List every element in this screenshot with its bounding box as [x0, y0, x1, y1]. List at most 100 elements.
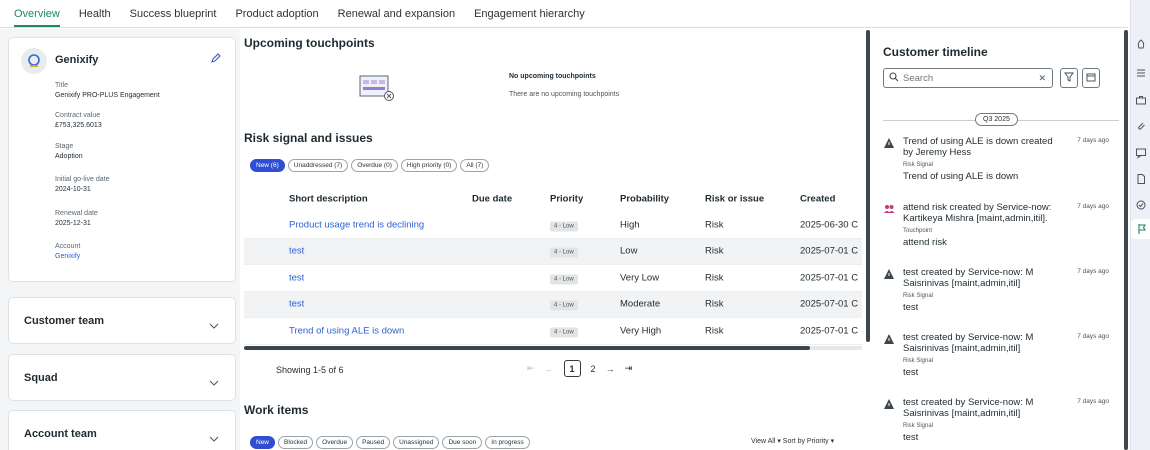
table-row[interactable]: Trend of using ALE is down 4 - Low Very …	[244, 318, 862, 345]
filter-chip-overdue[interactable]: Overdue (0)	[351, 159, 398, 172]
top-tab-bar: Overview Health Success blueprint Produc…	[0, 0, 1128, 28]
risk-link[interactable]: test	[289, 299, 304, 310]
risk-link[interactable]: Trend of using ALE is down	[289, 325, 404, 336]
next-page-icon[interactable]: →	[606, 364, 615, 374]
field-renewal-date: Renewal date 2025-12-31	[55, 210, 98, 227]
empty-touchpoints-title: No upcoming touchpoints	[509, 73, 596, 80]
tab-success-blueprint[interactable]: Success blueprint	[130, 8, 217, 27]
filter-chip-unassigned[interactable]: Unassigned	[393, 436, 440, 449]
warning-icon	[883, 397, 895, 409]
timeline-title: Customer timeline	[883, 45, 988, 59]
calendar-button[interactable]	[1082, 68, 1100, 88]
tab-product-adoption[interactable]: Product adoption	[235, 8, 318, 27]
customer-team-panel[interactable]: Customer team	[8, 297, 236, 344]
risk-signals-heading: Risk signal and issues	[244, 131, 373, 145]
tab-overview[interactable]: Overview	[14, 8, 60, 27]
risk-table: Short description Due date Priority Prob…	[244, 186, 862, 345]
field-title: Title Genixify PRO-PLUS Engagement	[55, 82, 160, 99]
empty-touchpoints-text: There are no upcoming touchpoints	[509, 91, 620, 98]
work-items-heading: Work items	[244, 403, 309, 417]
funnel-icon	[1064, 69, 1074, 87]
squad-panel[interactable]: Squad	[8, 354, 236, 401]
filter-chip-new[interactable]: New (6)	[250, 159, 285, 172]
col-probability[interactable]: Probability	[620, 194, 669, 205]
filter-chip-unaddressed[interactable]: Unaddressed (7)	[287, 159, 349, 172]
col-priority[interactable]: Priority	[550, 194, 583, 205]
priority-badge: 4 - Low	[550, 221, 578, 232]
customer-timeline: Customer timeline ✕ Q3 2025 Trend of usi…	[872, 30, 1126, 450]
first-page-icon[interactable]: ⇤	[527, 363, 535, 374]
priority-badge: 4 - Low	[550, 247, 578, 258]
warning-icon	[883, 136, 895, 148]
timeline-vertical-scrollbar[interactable]	[1124, 30, 1128, 450]
page-button[interactable]: 2	[591, 364, 596, 374]
work-filter-chips: New Blocked Overdue Paused Unassigned Du…	[250, 436, 530, 449]
account-link[interactable]: Genixify	[55, 252, 80, 262]
col-created[interactable]: Created	[800, 194, 835, 205]
briefcase-icon[interactable]	[1135, 93, 1147, 105]
pagination-summary: Showing 1-5 of 6	[276, 365, 344, 375]
priority-badge: 4 - Low	[550, 274, 578, 285]
tab-renewal-expansion[interactable]: Renewal and expansion	[338, 8, 455, 27]
table-row[interactable]: test 4 - Low Very Low Risk 2025-07-01 C	[244, 265, 862, 292]
right-icon-rail	[1130, 0, 1150, 450]
priority-badge: 4 - Low	[550, 327, 578, 338]
col-risk-or-issue[interactable]: Risk or issue	[705, 194, 764, 205]
table-row[interactable]: Product usage trend is declining 4 - Low…	[244, 212, 862, 239]
risk-link[interactable]: test	[289, 272, 304, 283]
chevron-down-icon	[209, 429, 219, 447]
warning-icon	[883, 332, 895, 344]
risk-link[interactable]: test	[289, 246, 304, 257]
page-button-current[interactable]: 1	[563, 360, 581, 377]
search-icon	[889, 69, 899, 87]
tab-health[interactable]: Health	[79, 8, 111, 27]
account-team-panel[interactable]: Account team	[8, 410, 236, 450]
risk-link[interactable]: Product usage trend is declining	[289, 219, 424, 230]
account-name: Genixify	[55, 54, 99, 66]
search-input[interactable]	[903, 72, 1033, 84]
filter-chip-all[interactable]: All (7)	[460, 159, 490, 172]
middle-vertical-scrollbar[interactable]	[866, 30, 870, 450]
filter-funnel-button[interactable]	[1060, 68, 1078, 88]
document-icon[interactable]	[1135, 172, 1147, 184]
calendar-empty-illustration-icon	[359, 74, 395, 102]
chat-icon[interactable]	[1135, 146, 1147, 159]
col-due-date[interactable]: Due date	[472, 194, 512, 205]
account-card: Genixify Title Genixify PRO-PLUS Engageme…	[8, 37, 236, 282]
clear-icon[interactable]: ✕	[1038, 73, 1046, 84]
edit-pencil-icon[interactable]	[211, 50, 221, 68]
filter-chip-in-progress[interactable]: In progress	[485, 436, 530, 449]
priority-badge: 4 - Low	[550, 300, 578, 311]
filter-chip-paused[interactable]: Paused	[356, 436, 391, 449]
flag-icon[interactable]	[1131, 219, 1150, 239]
people-icon	[883, 202, 895, 214]
field-account: Account Genixify	[55, 243, 81, 262]
tab-engagement-hierarchy[interactable]: Engagement hierarchy	[474, 8, 585, 27]
chevron-down-icon	[209, 373, 219, 391]
view-all-sort-link[interactable]: View All ▾ Sort by Priority ▾	[751, 437, 834, 445]
company-logo-icon	[21, 48, 47, 74]
filter-chip-blocked[interactable]: Blocked	[278, 436, 314, 449]
filter-chip-new[interactable]: New	[250, 436, 276, 449]
filter-chip-due-soon[interactable]: Due soon	[442, 436, 483, 449]
last-page-icon[interactable]: ⇥	[625, 363, 633, 374]
attachment-icon[interactable]	[1135, 119, 1147, 131]
upcoming-touchpoints-heading: Upcoming touchpoints	[244, 36, 375, 50]
table-row[interactable]: test 4 - Low Moderate Risk 2025-07-01 C	[244, 291, 862, 318]
field-initial-go-live: Initial go-live date 2024-10-31	[55, 176, 110, 193]
table-horizontal-scrollbar[interactable]	[244, 346, 810, 350]
chevron-down-icon	[209, 316, 219, 334]
check-circle-icon[interactable]	[1135, 198, 1147, 210]
prev-page-icon[interactable]: ←	[545, 364, 554, 374]
col-short-description[interactable]: Short description	[289, 194, 368, 205]
table-row[interactable]: test 4 - Low Low Risk 2025-07-01 C	[244, 238, 862, 265]
field-stage: Stage Adoption	[55, 143, 83, 160]
table-header-row: Short description Due date Priority Prob…	[244, 186, 862, 212]
filter-chip-high-priority[interactable]: High priority (0)	[400, 159, 458, 172]
timeline-search-box[interactable]: ✕	[883, 68, 1053, 88]
filter-chip-overdue[interactable]: Overdue	[316, 436, 354, 449]
list-icon[interactable]	[1135, 66, 1147, 78]
calendar-icon	[1086, 69, 1096, 87]
rocket-icon[interactable]	[1135, 38, 1147, 50]
risk-filter-chips: New (6) Unaddressed (7) Overdue (0) High…	[250, 159, 490, 172]
